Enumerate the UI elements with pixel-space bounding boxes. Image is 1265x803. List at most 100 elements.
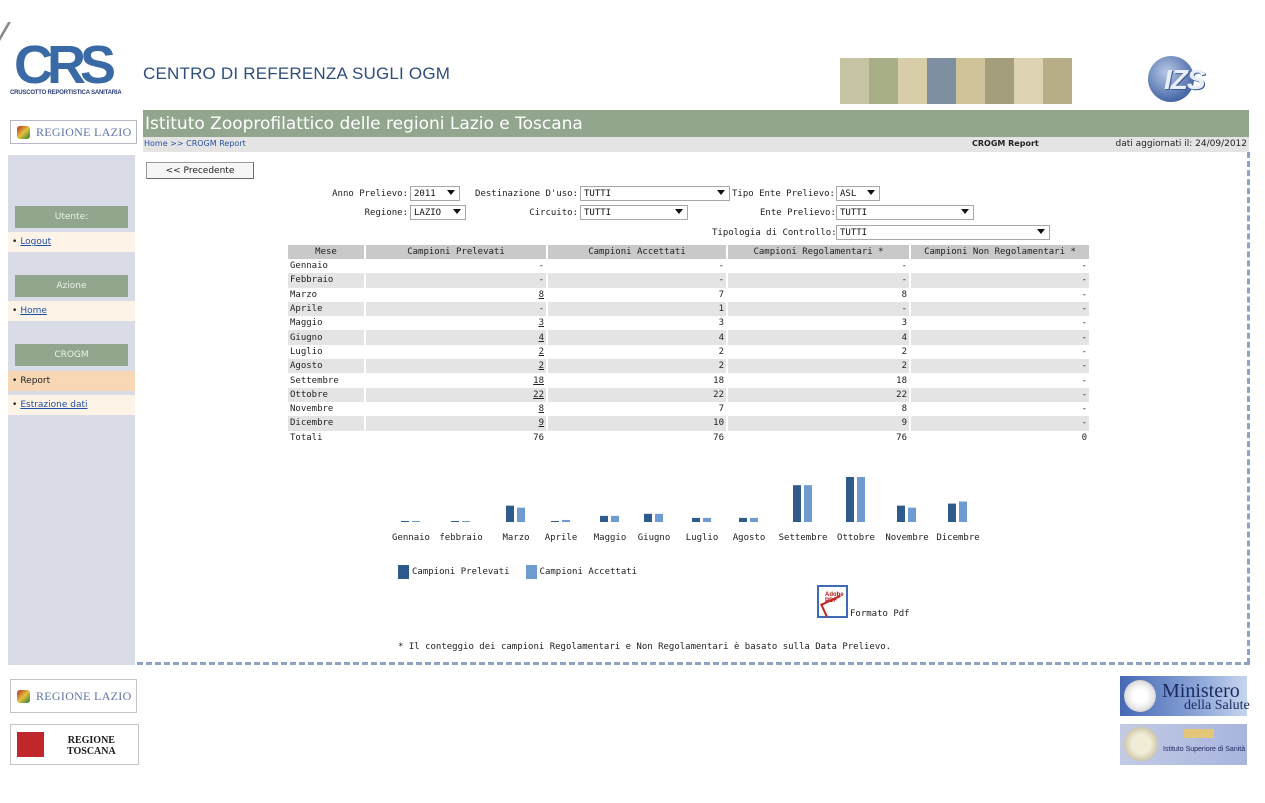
bar-prelevati-gennaio xyxy=(401,521,409,522)
report-item-label: Report xyxy=(20,376,51,386)
totals-row: Totali 76 76 76 0 xyxy=(288,430,1091,445)
tipo-ente-value: ASL xyxy=(840,188,857,199)
bar-accettati-agosto xyxy=(750,517,758,522)
value-cell: - xyxy=(727,259,911,274)
value-cell: - xyxy=(365,301,548,317)
pdf-format-link[interactable]: Formato Pdf xyxy=(850,609,910,619)
column-header: Campioni Accettati xyxy=(547,245,728,259)
sidebar-item-report[interactable]: • Report xyxy=(8,371,135,391)
prelevati-link[interactable]: 22 xyxy=(533,390,544,400)
prelevati-link[interactable]: 18 xyxy=(533,376,544,386)
regione-lazio-badge[interactable]: REGIONE LAZIO xyxy=(10,120,137,144)
prelevati-link[interactable]: 2 xyxy=(539,347,544,357)
month-cell: Dicembre xyxy=(288,416,366,431)
value-cell[interactable]: 22 xyxy=(365,387,548,402)
x-tick-label: Agosto xyxy=(733,533,766,543)
breadcrumb[interactable]: Home >> CROGM Report xyxy=(144,139,246,148)
home-link[interactable]: Home xyxy=(20,306,47,316)
table-row: Dicembre 9 10 9- xyxy=(288,416,1091,431)
bar-prelevati-settembre xyxy=(793,485,801,522)
destinazione-uso-select[interactable]: TUTTI xyxy=(580,186,730,201)
value-cell[interactable]: 3 xyxy=(365,316,548,331)
footer-regione-toscana-logo[interactable]: REGIONE TOSCANA xyxy=(10,724,139,765)
lazio-emblem-icon xyxy=(17,125,30,139)
value-cell[interactable]: 8 xyxy=(365,401,548,417)
totals-cell: 0 xyxy=(910,430,1091,445)
x-tick-label: Novembre xyxy=(885,533,928,543)
site-title: CENTRO DI REFERENZA SUGLI OGM xyxy=(143,64,451,83)
bar-prelevati-luglio xyxy=(692,517,700,522)
value-cell: 4 xyxy=(547,330,728,345)
footnote: * Il conteggio dei campioni Regolamentar… xyxy=(398,642,892,652)
value-cell[interactable]: 18 xyxy=(365,373,548,388)
month-cell: Maggio xyxy=(288,316,366,331)
bar-accettati-luglio xyxy=(703,517,711,522)
footer-ministero-salute-logo[interactable]: Ministero della Salute xyxy=(1120,676,1250,716)
previous-button[interactable]: << Precedente xyxy=(146,162,254,179)
anno-prelievo-select[interactable]: 2011 xyxy=(410,186,460,201)
month-cell: Aprile xyxy=(288,301,366,317)
regione-lazio-label: REGIONE LAZIO xyxy=(36,124,132,139)
sidebar-heading: Azione xyxy=(15,275,128,297)
sidebar-item-home[interactable]: • Home xyxy=(8,301,135,321)
value-cell: - xyxy=(365,273,548,288)
prelevati-link[interactable]: 4 xyxy=(539,333,544,343)
circuito-value: TUTTI xyxy=(584,207,612,218)
value-cell: 8 xyxy=(727,401,911,417)
bullet-icon: • xyxy=(12,237,18,247)
table-row: Settembre 18 18 18- xyxy=(288,373,1091,388)
value-cell: 2 xyxy=(727,344,911,360)
value-cell: - xyxy=(910,416,1091,431)
value-cell[interactable]: 2 xyxy=(365,359,548,374)
header-banner-image xyxy=(840,58,1072,104)
value-cell[interactable]: 4 xyxy=(365,330,548,345)
logout-link[interactable]: Logout xyxy=(20,237,51,247)
prelevati-link[interactable]: 2 xyxy=(539,361,544,371)
legend-label-prelevati: Campioni Prelevati xyxy=(412,567,510,577)
regione-label: Regione: xyxy=(364,208,408,218)
anno-prelievo-label: Anno Prelievo: xyxy=(332,189,408,199)
tipologia-controllo-select[interactable]: TUTTI xyxy=(836,225,1050,240)
circuito-select[interactable]: TUTTI xyxy=(580,205,688,220)
destinazione-uso-value: TUTTI xyxy=(584,188,612,199)
sidebar-section-azione: Azione • Home xyxy=(8,275,135,321)
tipo-ente-select[interactable]: ASL xyxy=(836,186,880,201)
prelevati-link[interactable]: 3 xyxy=(539,318,544,328)
x-tick-label: Gennaio xyxy=(392,533,430,543)
bar-prelevati-aprile xyxy=(551,521,559,522)
footer-iss-logo[interactable]: Istituto Superiore di Sanità xyxy=(1120,724,1247,765)
table-header-row: Mese Campioni Prelevati Campioni Accetta… xyxy=(288,245,1091,259)
value-cell[interactable]: 8 xyxy=(365,287,548,302)
tipologia-controllo-value: TUTTI xyxy=(840,227,868,238)
value-cell: - xyxy=(910,373,1091,388)
value-cell: - xyxy=(910,387,1091,402)
izs-logo-text: IZS xyxy=(1164,64,1206,95)
ente-prelievo-select[interactable]: TUTTI xyxy=(836,205,974,220)
prelevati-link[interactable]: 8 xyxy=(539,404,544,414)
table-row: Gennaio - - - - xyxy=(288,259,1091,274)
value-cell[interactable]: 9 xyxy=(365,416,548,431)
value-cell: - xyxy=(910,273,1091,288)
legend-swatch-accettati xyxy=(525,565,537,579)
pdf-icon[interactable]: Adobe PDF xyxy=(817,585,848,618)
sidebar-item-logout[interactable]: • Logout xyxy=(8,232,135,252)
prelevati-link[interactable]: 9 xyxy=(539,418,544,428)
x-tick-label: febbraio xyxy=(439,533,482,543)
table-row: Maggio 3 3 3- xyxy=(288,316,1091,331)
value-cell: 10 xyxy=(547,416,728,431)
footer-regione-lazio-logo[interactable]: REGIONE LAZIO xyxy=(10,679,137,713)
value-cell: 3 xyxy=(727,316,911,331)
sidebar-item-estrazione-dati[interactable]: • Estrazione dati xyxy=(8,395,135,415)
value-cell: 7 xyxy=(547,401,728,417)
estrazione-dati-link[interactable]: Estrazione dati xyxy=(20,400,87,410)
value-cell: - xyxy=(910,330,1091,345)
month-cell: Luglio xyxy=(288,344,366,360)
value-cell[interactable]: 2 xyxy=(365,344,548,360)
italian-emblem-icon xyxy=(1124,680,1156,712)
regione-select[interactable]: LAZIO xyxy=(410,205,466,220)
bar-accettati-ottobre xyxy=(857,477,865,522)
value-cell: - xyxy=(547,273,728,288)
prelevati-link[interactable]: 8 xyxy=(539,290,544,300)
izs-logo: IZS xyxy=(1148,56,1248,104)
bar-prelevati-ottobre xyxy=(846,477,854,522)
